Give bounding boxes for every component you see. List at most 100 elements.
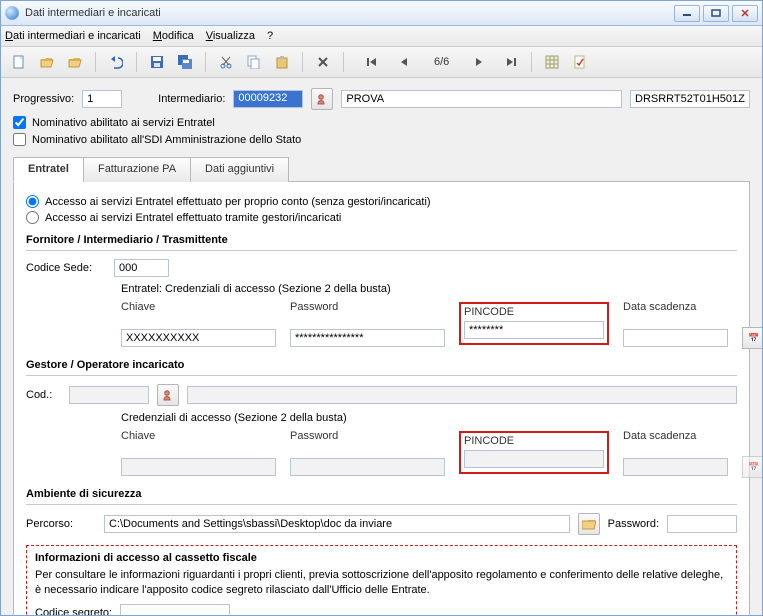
pincode-label: PINCODE	[464, 306, 604, 318]
person-search-icon	[162, 389, 174, 401]
calendar-icon: 📅	[748, 462, 759, 473]
radio-gestori[interactable]	[26, 211, 39, 224]
g-password-input[interactable]	[290, 458, 445, 476]
close-button[interactable]	[732, 5, 758, 22]
lookup-intermediario-button[interactable]	[311, 88, 333, 110]
grid-button[interactable]	[540, 50, 564, 74]
app-icon	[5, 6, 19, 20]
hr-1	[26, 250, 737, 251]
menu-help[interactable]: ?	[267, 30, 273, 42]
codice-sede-label: Codice Sede:	[26, 262, 106, 274]
paste-icon	[275, 55, 289, 69]
toolbar-sep-1	[95, 52, 96, 72]
save-button[interactable]	[145, 50, 169, 74]
calendar-button-2[interactable]: 📅	[742, 456, 762, 478]
cut-button[interactable]	[214, 50, 238, 74]
undo-icon	[109, 55, 123, 69]
cod-input[interactable]	[69, 386, 149, 404]
prev-button[interactable]	[392, 50, 416, 74]
open-button[interactable]	[35, 50, 59, 74]
codice-segreto-input[interactable]	[120, 604, 230, 615]
intermediario-name[interactable]	[341, 90, 622, 108]
percorso-input[interactable]	[104, 515, 570, 533]
codice-segreto-label: Codice segreto:	[35, 607, 112, 615]
g-password-label: Password	[290, 430, 445, 442]
pager-indicator: 6/6	[424, 56, 459, 68]
gestore-head: Gestore / Operatore incaricato	[26, 359, 737, 371]
menubar: Dati intermediari e incaricati Modifica …	[1, 26, 762, 47]
intermediario-code[interactable]: 00009232	[233, 90, 303, 108]
data-scadenza-input[interactable]	[623, 329, 728, 347]
save-all-icon	[178, 55, 192, 69]
browse-folder-button[interactable]	[578, 513, 600, 535]
g-data-scadenza-input[interactable]	[623, 458, 728, 476]
new-button[interactable]	[7, 50, 31, 74]
data-scadenza-label: Data scadenza	[623, 301, 728, 313]
amb-password-label: Password:	[608, 518, 659, 530]
toolbar-sep-4	[302, 52, 303, 72]
menu-modifica[interactable]: Modifica	[153, 30, 194, 42]
form-area: Progressivo: Intermediario: 00009232 Nom…	[1, 78, 762, 615]
tab-entratel[interactable]: Entratel	[13, 157, 84, 182]
tabs: Entratel Fatturazione PA Dati aggiuntivi	[13, 156, 750, 182]
copy-button[interactable]	[242, 50, 266, 74]
delete-button[interactable]	[311, 50, 335, 74]
toolbar-sep-6	[531, 52, 532, 72]
radio-proprio-conto[interactable]	[26, 195, 39, 208]
delete-icon	[316, 55, 330, 69]
tab-fatturazione[interactable]: Fatturazione PA	[83, 157, 191, 182]
chk-entratel-label: Nominativo abilitato ai servizi Entratel	[32, 117, 215, 129]
open-folder2-icon	[68, 55, 82, 69]
minimize-icon	[682, 9, 692, 17]
save-all-button[interactable]	[173, 50, 197, 74]
g-chiave-input[interactable]	[121, 458, 276, 476]
window-buttons	[674, 5, 758, 22]
chiave-label: Chiave	[121, 301, 276, 313]
pincode-input[interactable]	[464, 321, 604, 339]
next-button[interactable]	[467, 50, 491, 74]
progressivo-input[interactable]	[82, 90, 122, 108]
maximize-button[interactable]	[703, 5, 729, 22]
open2-button[interactable]	[63, 50, 87, 74]
menu-dati[interactable]: Dati intermediari e incaricati	[5, 30, 141, 42]
toolbar: 6/6	[1, 47, 762, 78]
percorso-label: Percorso:	[26, 518, 96, 530]
window: Dati intermediari e incaricati Dati inte…	[0, 0, 763, 616]
chiave-input[interactable]	[121, 329, 276, 347]
amb-password-input[interactable]	[667, 515, 737, 533]
chk-sdi[interactable]	[13, 133, 26, 146]
fiscal-title: Informazioni di accesso al cassetto fisc…	[35, 552, 728, 564]
password-label: Password	[290, 301, 445, 313]
last-button[interactable]	[499, 50, 523, 74]
codice-sede-input[interactable]	[114, 259, 169, 277]
first-button[interactable]	[360, 50, 384, 74]
chk-entratel[interactable]	[13, 116, 26, 129]
titlebar: Dati intermediari e incaricati	[1, 1, 762, 26]
close-icon	[740, 9, 750, 17]
pager-group: 6/6	[360, 50, 523, 74]
minimize-button[interactable]	[674, 5, 700, 22]
toolbar-sep-5	[343, 52, 344, 72]
tab-content-entratel: Accesso ai servizi Entratel effettuato p…	[13, 182, 750, 615]
gestore-name-input[interactable]	[187, 386, 737, 404]
fiscal-box: Informazioni di accesso al cassetto fisc…	[26, 545, 737, 615]
cut-icon	[219, 55, 233, 69]
first-icon	[366, 56, 378, 68]
g-pincode-input[interactable]	[464, 450, 604, 468]
chk-sdi-label: Nominativo abilitato all'SDI Amministraz…	[32, 134, 301, 146]
check-doc-button[interactable]	[568, 50, 592, 74]
intermediario-cf[interactable]	[630, 90, 750, 108]
paste-button[interactable]	[270, 50, 294, 74]
undo-button[interactable]	[104, 50, 128, 74]
maximize-icon	[711, 9, 721, 17]
tab-dati-aggiuntivi[interactable]: Dati aggiuntivi	[190, 157, 289, 182]
ambiente-head: Ambiente di sicurezza	[26, 488, 737, 500]
lookup-gestore-button[interactable]	[157, 384, 179, 406]
radio-proprio-conto-label: Accesso ai servizi Entratel effettuato p…	[45, 196, 431, 208]
menu-visualizza[interactable]: Visualizza	[206, 30, 255, 42]
g-pincode-label: PINCODE	[464, 435, 604, 447]
fiscal-text: Per consultare le informazioni riguardan…	[35, 568, 728, 598]
password-input[interactable]	[290, 329, 445, 347]
toolbar-sep-3	[205, 52, 206, 72]
calendar-button-1[interactable]: 📅	[742, 327, 762, 349]
